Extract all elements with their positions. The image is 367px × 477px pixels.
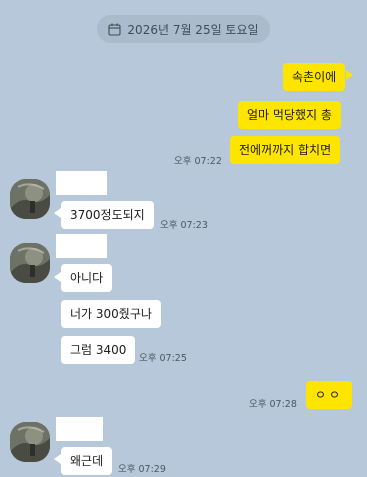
message-time: 오후 07:28 xyxy=(249,399,297,410)
their-message[interactable]: 너가 300줬구나 xyxy=(61,300,161,328)
calendar-icon xyxy=(108,23,121,36)
bubble-tail xyxy=(54,454,61,464)
message-time: 오후 07:23 xyxy=(160,220,208,231)
my-message[interactable]: 속촌이에 xyxy=(283,63,346,91)
avatar[interactable] xyxy=(10,243,50,283)
their-message[interactable]: 왜근데 xyxy=(61,447,113,475)
sender-name xyxy=(56,171,107,195)
message-time: 오후 07:22 xyxy=(174,156,222,167)
date-divider: 2026년 7월 25일 토요일 xyxy=(97,15,270,43)
avatar[interactable] xyxy=(10,422,50,462)
message-time: 오후 07:29 xyxy=(118,464,166,475)
bubble-tail xyxy=(54,208,61,218)
my-message[interactable]: 얼마 먹당했지 총 xyxy=(238,101,341,129)
avatar[interactable] xyxy=(10,179,50,219)
message-time: 오후 07:25 xyxy=(139,353,187,364)
sender-name xyxy=(56,417,103,441)
bubble-tail xyxy=(54,272,61,282)
their-message[interactable]: 그럼 3400 xyxy=(61,336,136,364)
date-text: 2026년 7월 25일 토요일 xyxy=(127,22,259,37)
their-message[interactable]: 아니다 xyxy=(61,264,113,292)
their-message[interactable]: 3700정도되지 xyxy=(61,201,154,229)
sender-name xyxy=(56,234,107,258)
my-message[interactable]: 전에꺼까지 합치면 xyxy=(230,136,341,164)
bubble-tail xyxy=(346,388,353,398)
bubble-tail xyxy=(346,70,353,80)
